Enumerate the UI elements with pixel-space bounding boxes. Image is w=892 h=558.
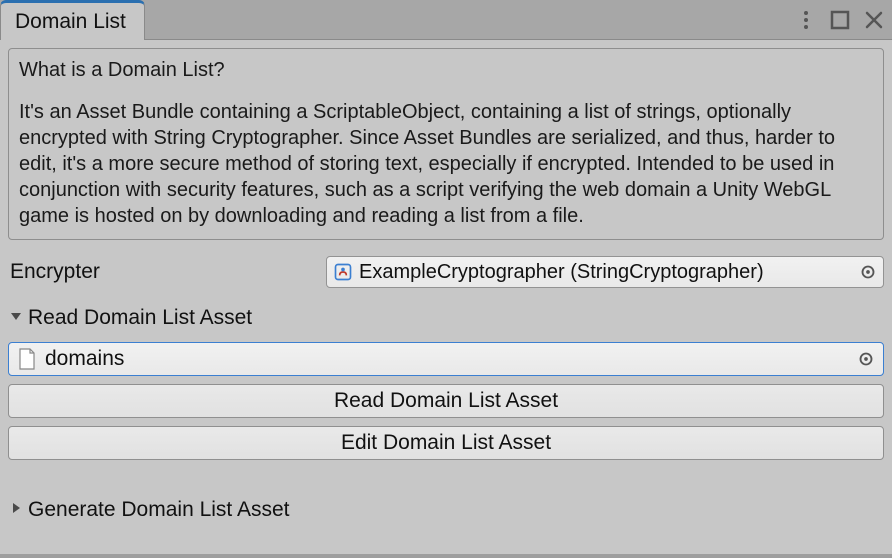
foldout-read-domain-list[interactable]: Read Domain List Asset: [8, 302, 884, 332]
label-encrypter: Encrypter: [8, 260, 318, 284]
read-domain-list-button[interactable]: Read Domain List Asset: [8, 384, 884, 418]
file-icon: [17, 348, 37, 370]
foldout-generate-title: Generate Domain List Asset: [28, 498, 289, 522]
help-box: What is a Domain List? It's an Asset Bun…: [8, 48, 884, 240]
asset-field-value: domains: [45, 347, 847, 371]
row-encrypter: Encrypter ExampleCryptographer (StringCr…: [8, 250, 884, 292]
section-divider: [8, 476, 884, 484]
window-controls: [794, 0, 886, 40]
maximize-icon[interactable]: [828, 8, 852, 32]
kebab-icon[interactable]: [794, 8, 818, 32]
foldout-closed-icon: [8, 498, 24, 522]
close-icon[interactable]: [862, 8, 886, 32]
object-picker-icon[interactable]: [855, 348, 877, 370]
help-body: It's an Asset Bundle containing a Script…: [19, 99, 873, 229]
foldout-generate-domain-list[interactable]: Generate Domain List Asset: [8, 494, 884, 524]
foldout-open-icon: [8, 306, 24, 330]
foldout-read-title: Read Domain List Asset: [28, 306, 252, 330]
help-heading: What is a Domain List?: [19, 57, 873, 83]
asset-field-domains[interactable]: domains: [8, 342, 884, 376]
panel-body: What is a Domain List? It's an Asset Bun…: [0, 40, 892, 534]
object-field-encrypter-value: ExampleCryptographer (StringCryptographe…: [359, 261, 851, 284]
section-read-body: domains Read Domain List Asset Edit Doma…: [8, 342, 884, 466]
object-field-encrypter[interactable]: ExampleCryptographer (StringCryptographe…: [326, 256, 884, 288]
scriptable-object-icon: [333, 262, 353, 282]
tab-title: Domain List: [15, 10, 126, 34]
window-tab-bar: Domain List: [0, 0, 892, 40]
tab-domain-list[interactable]: Domain List: [0, 0, 145, 40]
edit-domain-list-button[interactable]: Edit Domain List Asset: [8, 426, 884, 460]
object-picker-icon[interactable]: [857, 261, 879, 283]
read-button-label: Read Domain List Asset: [334, 389, 558, 413]
window-bottom-edge: [0, 554, 892, 558]
edit-button-label: Edit Domain List Asset: [341, 431, 551, 455]
